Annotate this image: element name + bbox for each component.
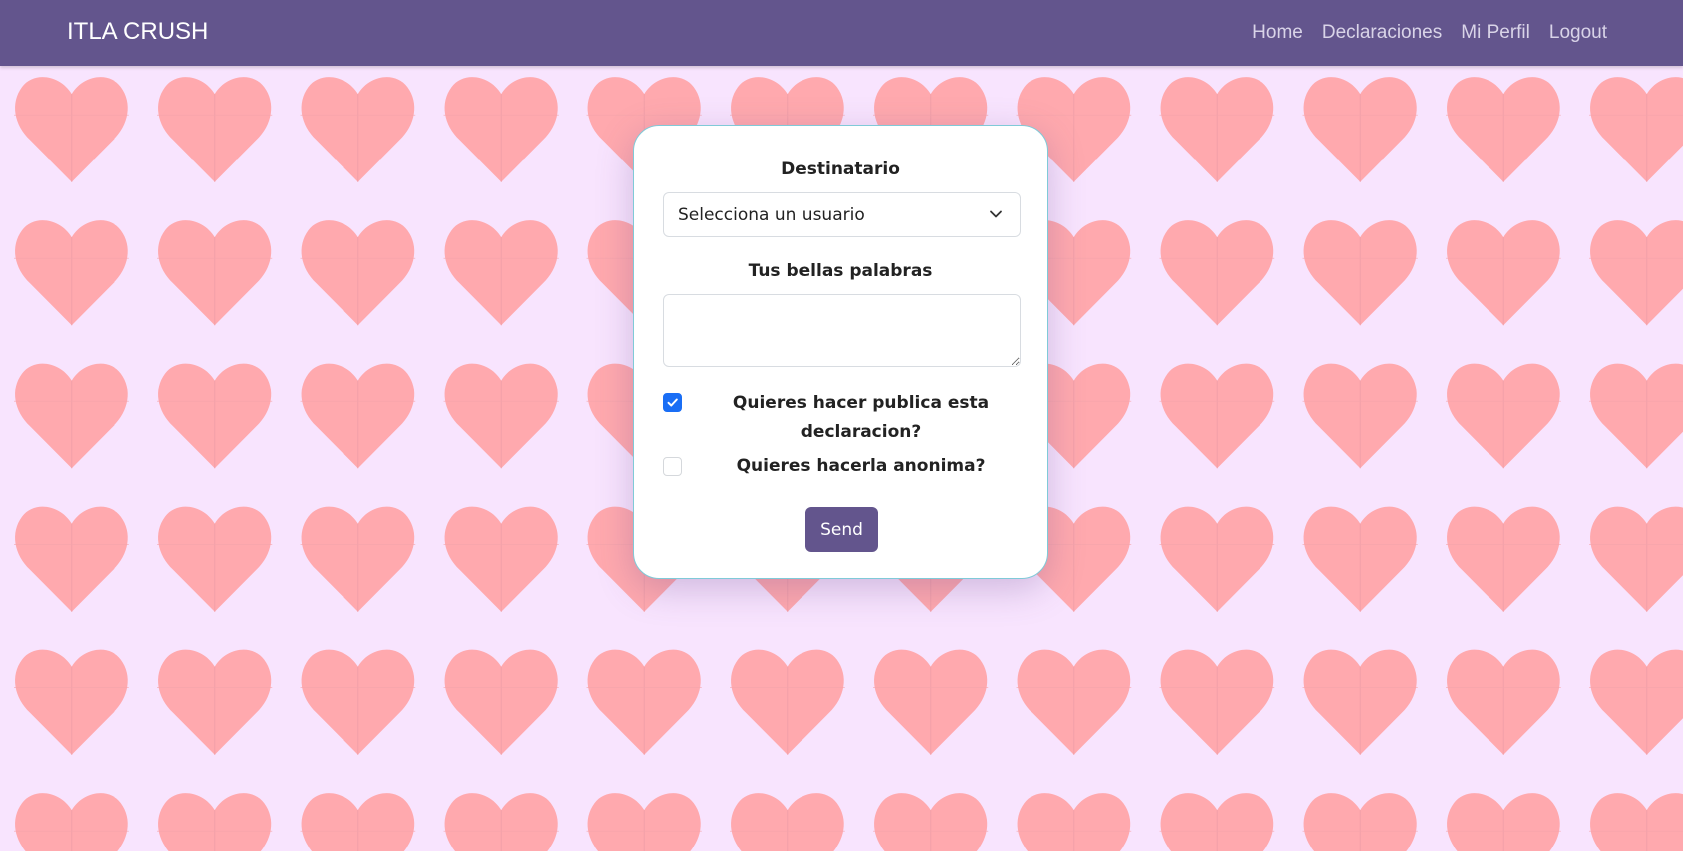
nav-links: Home Declaraciones Mi Perfil Logout	[1252, 22, 1607, 44]
send-button[interactable]: Send	[805, 507, 878, 552]
public-checkbox-label: Quieres hacer publica esta declaracion?	[732, 393, 990, 442]
declaration-form-card: Destinatario Selecciona un usuario Tus b…	[633, 125, 1048, 579]
message-label: Tus bellas palabras	[748, 261, 933, 281]
chevron-down-icon	[990, 210, 1002, 218]
nav-link-declaraciones[interactable]: Declaraciones	[1322, 22, 1442, 44]
public-checkbox[interactable]	[663, 393, 682, 412]
anonymous-checkbox[interactable]	[663, 457, 682, 476]
recipient-select[interactable]: Selecciona un usuario	[663, 192, 1021, 237]
top-navbar: ITLA CRUSH Home Declaraciones Mi Perfil …	[0, 0, 1683, 66]
nav-link-mi-perfil[interactable]: Mi Perfil	[1461, 22, 1530, 44]
anonymous-checkbox-label: Quieres hacerla anonima?	[736, 456, 986, 476]
recipient-select-value: Selecciona un usuario	[678, 205, 865, 225]
recipient-label: Destinatario	[781, 159, 900, 179]
checkmark-icon	[667, 398, 678, 407]
brand-logo-text[interactable]: ITLA CRUSH	[67, 18, 208, 46]
message-textarea[interactable]	[663, 294, 1021, 367]
nav-link-logout[interactable]: Logout	[1549, 22, 1607, 44]
nav-link-home[interactable]: Home	[1252, 22, 1303, 44]
